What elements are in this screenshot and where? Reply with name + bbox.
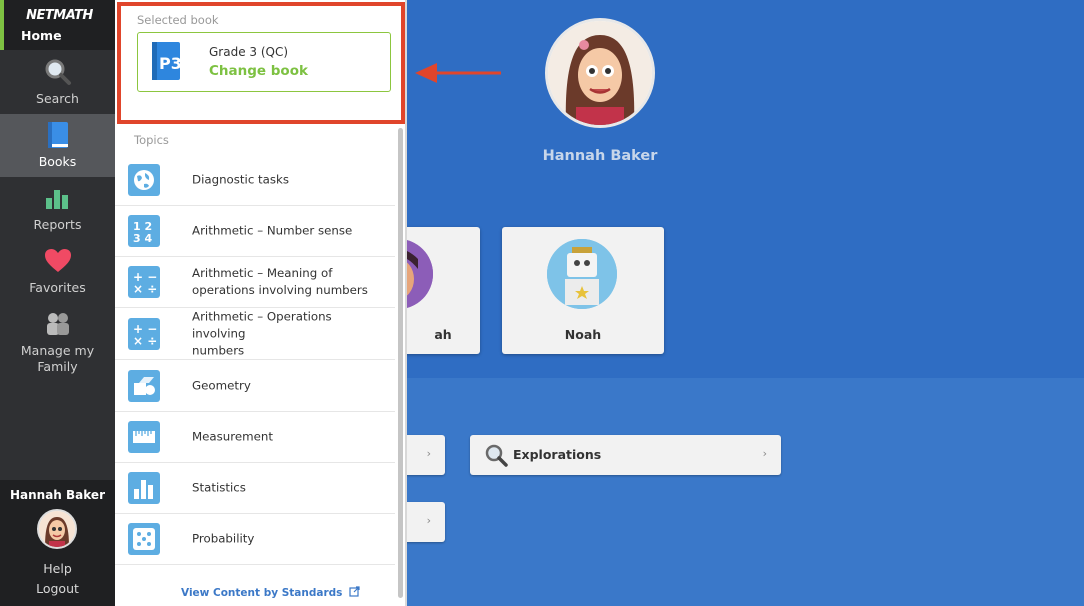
- svg-text:× ÷: × ÷: [133, 334, 157, 347]
- topic-label: Statistics: [192, 480, 387, 497]
- nav-books[interactable]: Books: [0, 114, 115, 177]
- books-panel: Selected book P3 Grade 3 (QC) Change boo…: [115, 0, 407, 606]
- robot-avatar-icon: [547, 239, 617, 309]
- nav-search-label: Search: [36, 91, 79, 106]
- nav-manage-label-2: Family: [37, 359, 78, 374]
- nav-manage-family[interactable]: Manage my Family: [0, 303, 115, 379]
- topic-label: Probability: [192, 531, 387, 548]
- topic-label: Arithmetic – Number sense: [192, 223, 387, 240]
- sidebar: NETMATH Home Search Books Reports Favori…: [0, 0, 115, 606]
- profile-name: Hannah Baker: [542, 148, 658, 164]
- main-lower-section: [407, 378, 1084, 606]
- view-standards-link[interactable]: View Content by Standards: [181, 586, 360, 600]
- explorations-button[interactable]: Explorations ›: [470, 435, 781, 475]
- nav-home[interactable]: NETMATH Home: [0, 0, 115, 50]
- book-cover-icon: P3: [150, 41, 182, 81]
- nav-search[interactable]: Search: [0, 51, 115, 114]
- bar-chart-icon: [128, 472, 160, 504]
- topic-label: Diagnostic tasks: [192, 172, 387, 189]
- topic-label-line1: Diagnostic tasks: [192, 172, 290, 187]
- topic-label-line1: Arithmetic – Meaning of: [192, 266, 333, 280]
- topic-label-line1: Statistics: [192, 480, 246, 495]
- nav-reports-label: Reports: [33, 217, 82, 232]
- chevron-right-icon: ›: [762, 447, 767, 460]
- netmath-logo: NETMATH: [26, 8, 93, 23]
- view-standards-label: View Content by Standards: [181, 587, 343, 599]
- activity-button-left[interactable]: ›: [407, 435, 445, 475]
- topic-label: Arithmetic – Meaning of operations involv…: [192, 265, 387, 299]
- topic-diagnostic[interactable]: Diagnostic tasks: [115, 155, 395, 206]
- nav-reports[interactable]: Reports: [0, 177, 115, 240]
- panel-scrollbar[interactable]: [398, 128, 403, 598]
- svg-text:P3: P3: [159, 54, 182, 73]
- logout-link[interactable]: Logout: [0, 581, 115, 596]
- explorations-label: Explorations: [513, 447, 602, 462]
- magnifier-icon: [0, 57, 115, 87]
- chevron-right-icon: ›: [426, 514, 431, 527]
- child-card[interactable]: ah: [407, 227, 480, 354]
- dice-icon: [128, 523, 160, 555]
- family-icon: [0, 309, 115, 339]
- nav-manage-label-1: Manage my: [20, 343, 95, 358]
- topic-label: Geometry: [192, 378, 387, 395]
- topic-geometry[interactable]: Geometry: [115, 361, 395, 412]
- nav-home-label: Home: [21, 28, 62, 43]
- external-link-icon: [349, 586, 360, 600]
- shapes-icon: [128, 370, 160, 402]
- ruler-icon: [128, 421, 160, 453]
- topic-statistics[interactable]: Statistics: [115, 463, 395, 514]
- nav-favorites-label: Favorites: [29, 280, 86, 295]
- bar-chart-icon: [0, 183, 115, 213]
- topic-label-line1: Arithmetic – Operations involving: [192, 309, 332, 341]
- topic-label-line1: Arithmetic – Number sense: [192, 223, 353, 238]
- operations-icon: + − × ÷: [128, 266, 160, 298]
- topic-number-sense[interactable]: 1 23 4 Arithmetic – Number sense: [115, 206, 395, 257]
- heart-icon: [0, 246, 115, 276]
- topic-label-line1: Probability: [192, 531, 255, 546]
- numbers-icon: 1 23 4: [128, 215, 160, 247]
- annotation-arrow-icon: [413, 61, 503, 85]
- topic-label: Measurement: [192, 429, 387, 446]
- profile-avatar[interactable]: [545, 18, 655, 128]
- svg-text:× ÷: × ÷: [133, 282, 157, 295]
- svg-text:3 4: 3 4: [133, 232, 152, 244]
- topic-label-line1: Geometry: [192, 378, 251, 393]
- child-name: Noah: [564, 327, 602, 342]
- operations-icon: + − × ÷: [128, 318, 160, 350]
- topic-operations[interactable]: + − × ÷ Arithmetic – Operations involving…: [115, 309, 395, 360]
- avatar[interactable]: [37, 509, 77, 549]
- activity-button-left-2[interactable]: ›: [407, 502, 445, 542]
- sidebar-user-block: Hannah Baker Help Logout: [0, 480, 115, 606]
- nav-books-label: Books: [38, 154, 77, 169]
- nav-favorites[interactable]: Favorites: [0, 240, 115, 303]
- selected-book-highlight: Selected book P3 Grade 3 (QC) Change boo…: [117, 2, 405, 124]
- sidebar-user-name: Hannah Baker: [9, 488, 105, 502]
- book-icon: [0, 120, 115, 150]
- topic-label-line2: operations involving numbers: [192, 283, 368, 297]
- selected-book-label: Selected book: [137, 13, 219, 27]
- child-name: ah: [434, 327, 452, 342]
- magnifier-icon: [484, 443, 508, 467]
- selected-book-card[interactable]: P3 Grade 3 (QC) Change book: [137, 32, 391, 92]
- topic-meaning-operations[interactable]: + − × ÷ Arithmetic – Meaning of operations…: [115, 257, 395, 308]
- change-book-link[interactable]: Change book: [209, 63, 308, 79]
- topic-measurement[interactable]: Measurement: [115, 412, 395, 463]
- child-avatar: [407, 239, 433, 309]
- topic-probability[interactable]: Probability: [115, 514, 395, 565]
- topic-label-line1: Measurement: [192, 429, 273, 444]
- help-link[interactable]: Help: [0, 561, 115, 576]
- main-area: Hannah Baker ah Noah › Explorations › ›: [407, 0, 1084, 606]
- chevron-right-icon: ›: [426, 447, 431, 460]
- topics-label: Topics: [134, 133, 169, 147]
- globe-icon: [128, 164, 160, 196]
- book-grade: Grade 3 (QC): [209, 45, 289, 59]
- child-card[interactable]: Noah: [502, 227, 664, 354]
- topic-label-line2: numbers: [192, 343, 245, 358]
- topic-label: Arithmetic – Operations involving numbers: [192, 309, 387, 360]
